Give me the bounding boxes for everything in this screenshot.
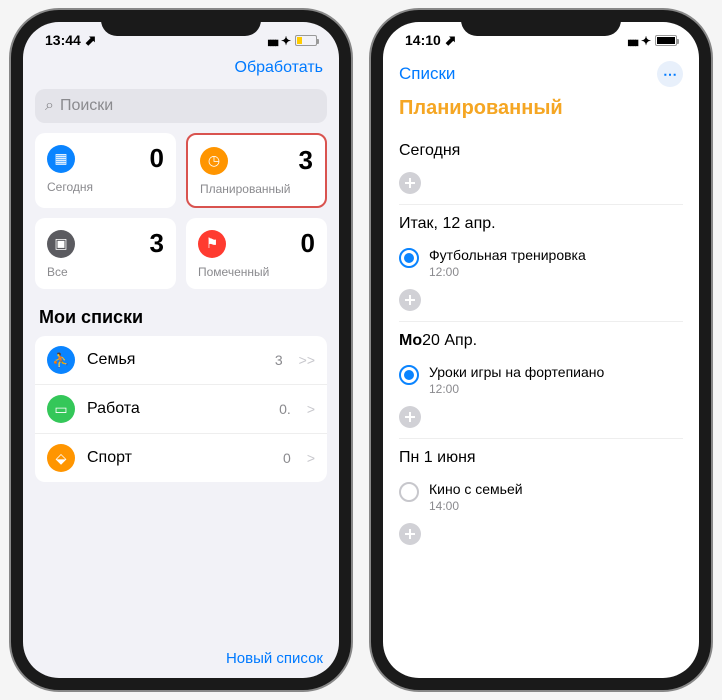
page-title: Планированный xyxy=(383,93,699,132)
card-all[interactable]: ▣ 3 Все xyxy=(35,218,176,289)
battery-icon xyxy=(655,35,677,46)
calendar-icon: ▦ xyxy=(47,145,75,173)
status-time: 14:10 ⬈ xyxy=(405,32,456,49)
task-row[interactable]: Уроки игры на фортепиано 12:00 xyxy=(399,358,683,402)
signal-icon xyxy=(627,34,637,48)
task-row[interactable]: Футбольная тренировка 12:00 xyxy=(399,241,683,285)
search-icon: ⌕ xyxy=(45,97,54,115)
edit-button[interactable]: Обработать xyxy=(235,59,323,77)
new-list-button[interactable]: Новый список xyxy=(226,650,323,667)
card-all-count: 3 xyxy=(150,228,164,259)
add-task-button[interactable] xyxy=(399,168,683,204)
schedule-list[interactable]: СегодняИтак, 12 апр.Футбольная тренировк… xyxy=(383,132,699,672)
card-flagged-label: Помеченный xyxy=(198,265,315,279)
task-title: Уроки игры на фортепиано xyxy=(429,364,604,380)
plus-icon xyxy=(399,172,421,194)
wifi-icon xyxy=(281,34,291,48)
day-header: Пн 1 июня xyxy=(399,438,683,475)
battery-icon xyxy=(295,35,317,46)
clock-icon: ◷ xyxy=(200,147,228,175)
phone-right: 14:10 ⬈ Списки ⋯ Планированный Сегодня Ит… xyxy=(371,10,711,690)
list-label: Спорт xyxy=(87,449,271,467)
plus-icon xyxy=(399,406,421,428)
task-radio[interactable] xyxy=(399,482,419,502)
list-label: Семья xyxy=(87,351,263,369)
task-row[interactable]: Кино с семьей 14:00 xyxy=(399,475,683,519)
back-button[interactable]: Списки xyxy=(399,64,455,84)
my-lists: ⛹ Семья 3 >> ▭ Работа 0. > ⬙ Спорт 0 > xyxy=(35,336,327,482)
flag-icon: ⚑ xyxy=(198,230,226,258)
monitor-icon: ▭ xyxy=(47,395,75,423)
day-header: Итак, 12 апр. xyxy=(399,204,683,241)
chevron-icon: > xyxy=(307,450,315,466)
more-button[interactable]: ⋯ xyxy=(657,61,683,87)
plus-icon xyxy=(399,289,421,311)
card-flagged-count: 0 xyxy=(301,228,315,259)
task-radio[interactable] xyxy=(399,248,419,268)
card-today-count: 0 xyxy=(150,143,164,174)
dumbbell-icon: ⬙ xyxy=(47,444,75,472)
signal-icon xyxy=(267,34,277,48)
task-title: Футбольная тренировка xyxy=(429,247,586,263)
task-title: Кино с семьей xyxy=(429,481,523,497)
list-label: Работа xyxy=(87,400,267,418)
search-input[interactable]: ⌕ Поиски xyxy=(35,89,327,123)
card-scheduled-count: 3 xyxy=(299,145,313,176)
notch xyxy=(101,10,261,36)
plus-icon xyxy=(399,523,421,545)
list-count: 0. xyxy=(279,401,291,417)
list-row-sport[interactable]: ⬙ Спорт 0 > xyxy=(35,434,327,482)
day-header: Сегодня xyxy=(399,132,683,168)
inbox-icon: ▣ xyxy=(47,230,75,258)
card-all-label: Все xyxy=(47,265,164,279)
chevron-icon: > xyxy=(307,401,315,417)
add-task-button[interactable] xyxy=(399,285,683,321)
wifi-icon xyxy=(641,34,651,48)
day-header: Mo20 Апр. xyxy=(399,321,683,358)
phone-left: 13:44 ⬈ Обработать ⌕ Поиски ▦ 0 xyxy=(11,10,351,690)
search-placeholder: Поиски xyxy=(60,97,113,115)
add-task-button[interactable] xyxy=(399,402,683,438)
chevron-icon: >> xyxy=(299,352,315,368)
task-time: 12:00 xyxy=(429,382,604,396)
add-task-button[interactable] xyxy=(399,519,683,555)
list-row-family[interactable]: ⛹ Семья 3 >> xyxy=(35,336,327,385)
people-icon: ⛹ xyxy=(47,346,75,374)
card-scheduled-label: Планированный xyxy=(200,182,313,196)
task-radio[interactable] xyxy=(399,365,419,385)
list-count: 3 xyxy=(275,352,283,368)
status-time: 13:44 ⬈ xyxy=(45,32,96,49)
notch xyxy=(461,10,621,36)
task-time: 12:00 xyxy=(429,265,586,279)
task-time: 14:00 xyxy=(429,499,523,513)
card-today[interactable]: ▦ 0 Сегодня xyxy=(35,133,176,208)
card-flagged[interactable]: ⚑ 0 Помеченный xyxy=(186,218,327,289)
list-count: 0 xyxy=(283,450,291,466)
my-lists-title: Мои списки xyxy=(23,289,339,336)
card-today-label: Сегодня xyxy=(47,180,164,194)
list-row-work[interactable]: ▭ Работа 0. > xyxy=(35,385,327,434)
card-scheduled[interactable]: ◷ 3 Планированный xyxy=(186,133,327,208)
